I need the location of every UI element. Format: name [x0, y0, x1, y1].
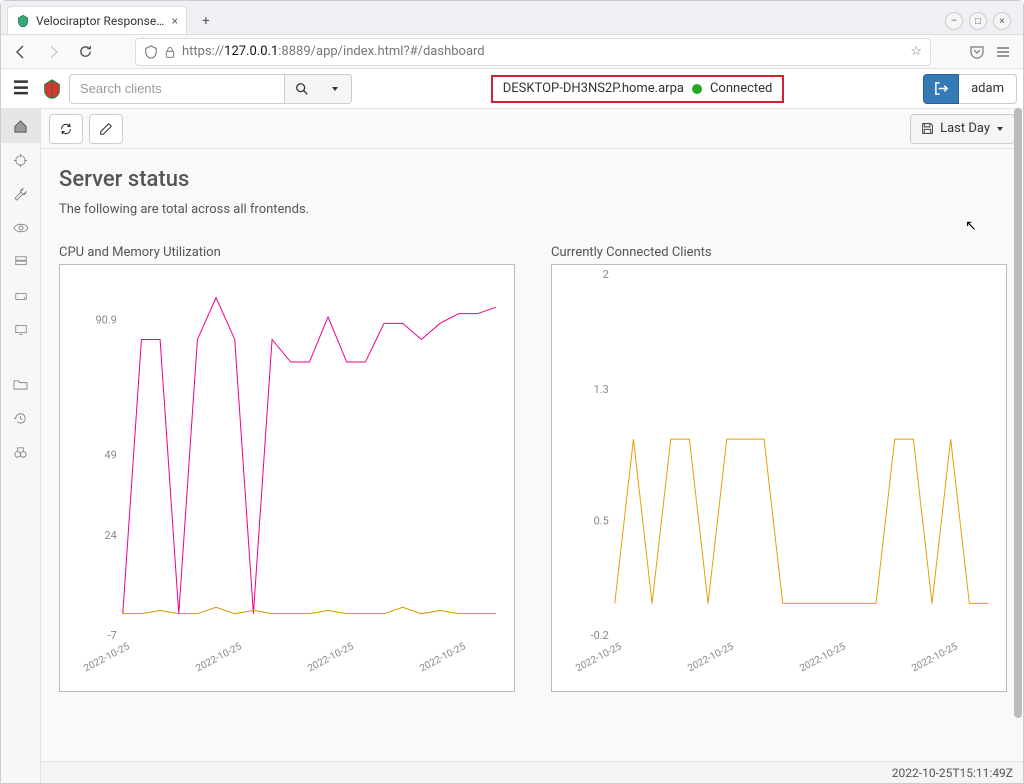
maximize-button[interactable]: □ [969, 12, 987, 30]
username-label[interactable]: adam [959, 74, 1017, 104]
scrollbar[interactable] [1014, 108, 1022, 718]
browser-tab[interactable]: Velociraptor Response an × [7, 6, 187, 34]
menu-icon[interactable] [995, 44, 1011, 60]
browser-tab-bar: Velociraptor Response an × + – □ × [1, 1, 1023, 35]
eye-icon [13, 222, 29, 234]
page-subtitle: The following are total across all front… [59, 202, 1007, 217]
search-button[interactable] [284, 74, 318, 104]
svg-text:2: 2 [603, 268, 609, 281]
close-tab-icon[interactable]: × [172, 14, 178, 28]
app-logo-icon [41, 78, 63, 100]
dashboard-body: Server status The following are total ac… [41, 149, 1023, 761]
svg-text:90.9: 90.9 [95, 313, 116, 326]
svg-text:2022-10-25: 2022-10-25 [574, 641, 624, 674]
crosshair-icon [13, 153, 28, 168]
window-controls: – □ × [939, 8, 1017, 34]
wrench-icon [13, 187, 28, 202]
url-text: https://127.0.0.1:8889/app/index.html?#/… [182, 44, 904, 59]
search-icon [295, 82, 309, 96]
svg-text:0.5: 0.5 [594, 514, 609, 527]
dashboard-toolbar: Last Day [41, 109, 1023, 149]
caret-down-icon [996, 125, 1004, 133]
client-host-badge[interactable]: DESKTOP-DH3NS2P.home.arpa Connected [491, 75, 785, 103]
search-input[interactable] [69, 74, 284, 104]
client-search-group [69, 74, 352, 104]
sidebar-home[interactable] [1, 109, 40, 143]
bookmark-star-icon[interactable]: ☆ [910, 44, 922, 59]
server-icon [14, 255, 28, 269]
sidebar-server[interactable] [1, 245, 40, 279]
chart-cpu-memory: CPU and Memory Utilization -7 24 49 90.9 202… [59, 245, 515, 692]
chart-title: Currently Connected Clients [551, 245, 1007, 260]
host-name: DESKTOP-DH3NS2P.home.arpa [503, 81, 684, 96]
search-dropdown-button[interactable] [318, 74, 352, 104]
folder-icon [13, 378, 28, 391]
chart-connected-clients: Currently Connected Clients -0.2 0.5 1.3 2 2… [551, 245, 1007, 692]
lock-icon [164, 45, 176, 59]
svg-text:1.3: 1.3 [594, 383, 609, 396]
monitor-icon [14, 323, 28, 337]
logout-button[interactable] [923, 74, 959, 104]
save-icon [921, 122, 934, 135]
app-top-bar: ☰ DESKTOP-DH3NS2P.home.arpa Connected ad… [1, 69, 1023, 109]
hdd-icon [14, 289, 28, 303]
svg-text:-7: -7 [108, 629, 117, 642]
sidebar-search[interactable] [1, 435, 40, 469]
chart-title: CPU and Memory Utilization [59, 245, 515, 260]
browser-address-bar: https://127.0.0.1:8889/app/index.html?#/… [1, 35, 1023, 69]
svg-text:24: 24 [105, 529, 117, 542]
chart-canvas[interactable]: -0.2 0.5 1.3 2 2022-10-25 2022-10-25 2022-10-2… [552, 265, 1006, 691]
url-input[interactable]: https://127.0.0.1:8889/app/index.html?#/… [135, 38, 931, 66]
arrow-right-icon [45, 44, 61, 60]
page-title: Server status [59, 167, 1007, 192]
sidebar-history[interactable] [1, 401, 40, 435]
status-dot-icon [692, 84, 702, 94]
status-timestamp: 2022-10-25T15:11:49Z [892, 766, 1013, 780]
sidebar-target[interactable] [1, 143, 40, 177]
svg-text:2022-10-25: 2022-10-25 [82, 641, 132, 674]
pocket-icon[interactable] [969, 44, 985, 60]
new-tab-button[interactable]: + [193, 8, 219, 34]
sidebar-toggle-button[interactable]: ☰ [7, 75, 35, 103]
sidebar-tools[interactable] [1, 177, 40, 211]
arrow-left-icon [13, 44, 29, 60]
history-icon [13, 411, 28, 426]
forward-button[interactable] [41, 40, 65, 64]
minimize-button[interactable]: – [945, 12, 963, 30]
velociraptor-icon [16, 14, 30, 28]
close-window-button[interactable]: × [993, 12, 1011, 30]
status-bar: 2022-10-25T15:11:49Z [41, 761, 1023, 783]
svg-text:2022-10-25: 2022-10-25 [686, 641, 736, 674]
sidebar-folder[interactable] [1, 367, 40, 401]
refresh-icon [59, 122, 73, 136]
logout-icon [934, 81, 949, 96]
user-menu: adam [923, 74, 1017, 104]
refresh-button[interactable] [49, 114, 83, 144]
tab-title: Velociraptor Response an [36, 14, 166, 28]
back-button[interactable] [9, 40, 33, 64]
pencil-icon [99, 122, 113, 136]
svg-text:2022-10-25: 2022-10-25 [194, 641, 244, 674]
chart-canvas[interactable]: -7 24 49 90.9 2022-10-25 2022-10-25 2022-10-25… [60, 265, 514, 691]
svg-text:2022-10-25: 2022-10-25 [418, 641, 468, 674]
left-sidebar [1, 109, 41, 783]
time-range-selector[interactable]: Last Day [910, 114, 1015, 144]
svg-text:2022-10-25: 2022-10-25 [306, 641, 356, 674]
binoculars-icon [13, 445, 28, 460]
reload-button[interactable] [73, 40, 97, 64]
home-icon [13, 119, 28, 134]
svg-text:-0.2: -0.2 [591, 629, 609, 642]
time-range-label: Last Day [940, 121, 990, 136]
sidebar-drive[interactable] [1, 279, 40, 313]
caret-down-icon [331, 85, 339, 93]
svg-text:2022-10-25: 2022-10-25 [798, 641, 848, 674]
sidebar-monitor[interactable] [1, 313, 40, 347]
sidebar-view[interactable] [1, 211, 40, 245]
tracking-shield-icon [144, 45, 158, 59]
svg-text:2022-10-25: 2022-10-25 [910, 641, 960, 674]
svg-text:49: 49 [105, 449, 117, 462]
edit-button[interactable] [89, 114, 123, 144]
connection-status: Connected [710, 81, 772, 96]
reload-icon [78, 44, 93, 59]
